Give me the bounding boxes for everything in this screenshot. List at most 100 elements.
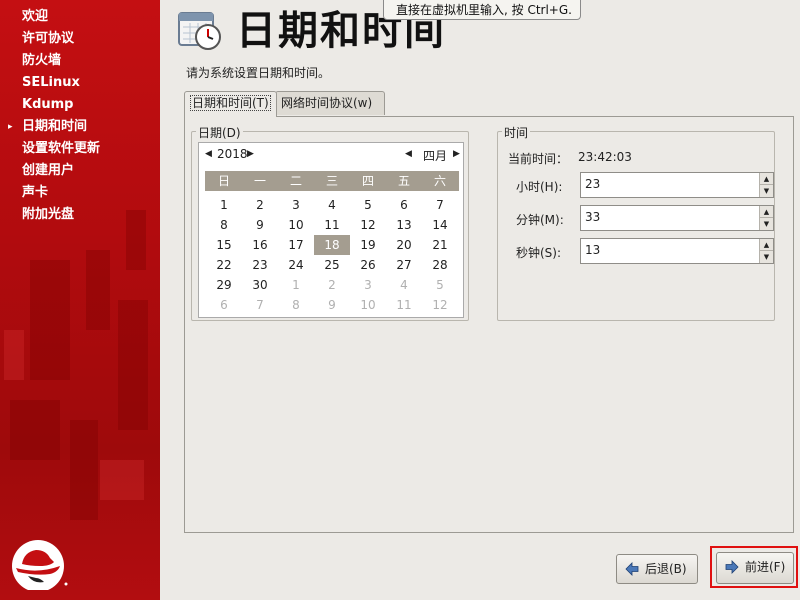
arrow-right-icon [725,560,739,574]
calendar-day[interactable]: 8 [278,295,314,315]
calendar-clock-icon [178,12,221,50]
next-button[interactable]: 前进(F) [716,552,794,584]
calendar-day[interactable]: 24 [278,255,314,275]
calendar-day[interactable]: 10 [350,295,386,315]
minute-up-icon[interactable]: ▲ [760,206,773,218]
prev-year-icon[interactable]: ◀ [205,149,212,159]
weekday-label: 日 [217,174,230,188]
calendar-day[interactable]: 11 [314,215,350,235]
sidebar-item: 防火墙 [0,50,160,72]
weekday-label: 一 [253,174,266,188]
calendar-day[interactable]: 19 [350,235,386,255]
calendar-day[interactable]: 30 [242,275,278,295]
calendar-day[interactable]: 28 [422,255,458,275]
calendar-day[interactable]: 13 [386,215,422,235]
minute-value: 33 [585,210,601,224]
calendar-day[interactable]: 6 [206,295,242,315]
calendar-day[interactable]: 8 [206,215,242,235]
sidebar-item: 许可协议 [0,28,160,50]
sidebar-item-label: 防火墙 [22,53,62,68]
tab-network-time-protocol[interactable]: 网络时间协议(w) [275,91,385,115]
tab-ntp-label: 网络时间协议(w) [281,96,373,110]
calendar-day[interactable]: 15 [206,235,242,255]
sidebar-item-label: 声卡 [22,185,49,200]
calendar-day[interactable]: 2 [314,275,350,295]
tab-date-time[interactable]: 日期和时间(T) [184,91,277,117]
next-month-icon[interactable]: ▶ [453,149,460,159]
calendar-day[interactable]: 12 [422,295,458,315]
sidebar-item-label: 欢迎 [22,9,49,24]
calendar-day[interactable]: 7 [422,195,458,215]
tab-date-time-label: 日期和时间(T) [190,95,271,111]
arrow-left-icon [625,562,639,576]
calendar-day[interactable]: 22 [206,255,242,275]
back-button[interactable]: 后退(B) [616,554,698,584]
calendar-day[interactable]: 25 [314,255,350,275]
current-time-label: 当前时间： [508,152,569,166]
calendar-day[interactable]: 23 [242,255,278,275]
calendar-day[interactable]: 10 [278,215,314,235]
current-time-value: 23:42:03 [578,150,632,164]
calendar-day[interactable]: 1 [206,195,242,215]
second-up-icon[interactable]: ▲ [760,239,773,251]
calendar-day[interactable]: 2 [242,195,278,215]
hour-spinbox[interactable]: 23 ▲ ▼ [580,172,774,198]
calendar-day[interactable]: 20 [386,235,422,255]
calendar-day[interactable]: 29 [206,275,242,295]
time-frame: 时间 当前时间： 23:42:03 小时(H): 23 ▲ ▼ 分钟(M): 33… [497,124,775,321]
calendar-weekday-header: 日一二三四五六 [205,171,459,191]
calendar-day[interactable]: 5 [350,195,386,215]
calendar-day[interactable]: 14 [422,215,458,235]
second-down-icon[interactable]: ▼ [760,251,773,263]
weekday-label: 二 [289,174,302,188]
second-value: 13 [585,243,601,257]
sidebar-item: 设置软件更新 [0,138,160,160]
next-year-icon[interactable]: ▶ [247,149,254,159]
sidebar-item: 创建用户 [0,160,160,182]
calendar-day[interactable]: 17 [278,235,314,255]
calendar-day[interactable]: 26 [350,255,386,275]
calendar-day[interactable]: 9 [242,215,278,235]
weekday-label: 三 [325,174,338,188]
calendar-day-selected[interactable]: 18 [314,235,350,255]
minute-down-icon[interactable]: ▼ [760,218,773,230]
prev-month-icon[interactable]: ◀ [405,149,412,159]
calendar-day[interactable]: 16 [242,235,278,255]
sidebar-item-label: 创建用户 [22,163,75,178]
calendar-day[interactable]: 1 [278,275,314,295]
sidebar-item-label: 日期和时间 [22,119,88,134]
back-button-label: 后退(B) [645,562,687,576]
calendar-day[interactable]: 12 [350,215,386,235]
month-label: 四月 [423,149,448,163]
calendar-day[interactable]: 3 [278,195,314,215]
date-frame: 日期(D) ◀ 2018 ▶ ◀ 四月 ▶ 日一二三四五六 1234567891… [191,124,469,321]
calendar-day[interactable]: 21 [422,235,458,255]
redhat-shadowman-logo-icon [12,540,68,590]
current-step-arrow-icon: ▸ [8,122,13,132]
sidebar-item-label: 设置软件更新 [22,141,101,156]
calendar-day[interactable]: 11 [386,295,422,315]
sidebar-item-label: Kdump [22,97,74,112]
hour-value: 23 [585,177,601,191]
sidebar-item-label: 附加光盘 [22,207,75,222]
calendar-day[interactable]: 9 [314,295,350,315]
hour-label: 小时(H): [516,180,563,194]
sidebar-item: Kdump [0,94,160,116]
minute-spinbox[interactable]: 33 ▲ ▼ [580,205,774,231]
calendar-day[interactable]: 4 [314,195,350,215]
calendar[interactable]: ◀ 2018 ▶ ◀ 四月 ▶ 日一二三四五六 1 2 3 4 5 6 7 8 9 10 11 12 1… [198,142,464,318]
second-spinbox[interactable]: 13 ▲ ▼ [580,238,774,264]
hour-down-icon[interactable]: ▼ [760,185,773,197]
calendar-day[interactable]: 7 [242,295,278,315]
time-frame-label: 时间 [502,124,531,141]
calendar-day[interactable]: 27 [386,255,422,275]
calendar-day[interactable]: 6 [386,195,422,215]
calendar-day[interactable]: 5 [422,275,458,295]
calendar-day[interactable]: 4 [386,275,422,295]
tooltip: 直接在虚拟机里输入, 按 Ctrl+G. [383,0,581,20]
sidebar: 欢迎 许可协议 防火墙 SELinux Kdump ▸ 日期和时间 设置软件更新 创建用户 声卡附… [0,0,160,600]
calendar-day[interactable]: 3 [350,275,386,295]
hour-up-icon[interactable]: ▲ [760,173,773,185]
next-button-label: 前进(F) [745,560,786,574]
sidebar-item-label: 许可协议 [22,31,75,46]
